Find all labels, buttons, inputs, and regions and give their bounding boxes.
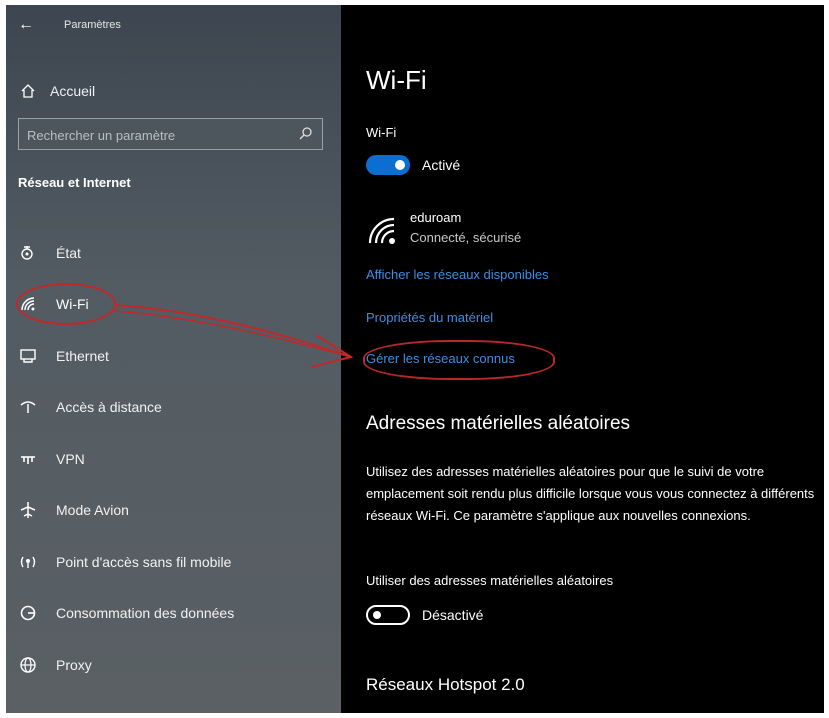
hardware-properties-link[interactable]: Propriétés du matériel: [366, 310, 493, 325]
page-title: Wi-Fi: [366, 65, 427, 95]
sidebar-item-wifi[interactable]: Wi-Fi: [6, 279, 341, 331]
window-title: Paramètres: [64, 19, 121, 31]
home-icon: [18, 81, 38, 101]
sidebar-item-label: Wi-Fi: [56, 296, 89, 313]
toggle-knob: [373, 611, 381, 619]
show-available-networks-link[interactable]: Afficher les réseaux disponibles: [366, 267, 549, 282]
random-hw-heading: Adresses matérielles aléatoires: [366, 413, 631, 434]
vpn-icon: [18, 449, 38, 469]
hotspot-heading: Réseaux Hotspot 2.0: [366, 675, 525, 694]
toggle-knob: [395, 160, 405, 170]
search-input[interactable]: [19, 119, 299, 151]
home-link[interactable]: Accueil: [18, 79, 95, 103]
data-usage-icon: [18, 603, 38, 623]
status-icon: [18, 243, 38, 263]
search-icon[interactable]: [298, 126, 314, 142]
sidebar-item-vpn[interactable]: VPN: [6, 433, 341, 485]
sidebar-item-label: Consommation des données: [56, 605, 235, 622]
search-box[interactable]: [18, 118, 323, 151]
sidebar-item-status[interactable]: État: [6, 227, 341, 279]
wifi-signal-icon: [366, 215, 398, 247]
sidebar-nav: État Wi-Fi Ethernet Accès à distance VPN…: [6, 227, 341, 691]
sidebar-item-data-usage[interactable]: Consommation des données: [6, 588, 341, 640]
sidebar-item-label: Proxy: [56, 656, 92, 673]
globe-icon: [18, 655, 38, 675]
section-title: Réseau et Internet: [18, 175, 131, 190]
random-hw-toggle-row: Désactivé: [366, 605, 483, 625]
back-button[interactable]: ←: [18, 17, 34, 33]
title-bar: ← Paramètres: [6, 5, 341, 45]
sidebar-item-label: Ethernet: [56, 347, 109, 364]
random-hw-toggle-label: Désactivé: [422, 607, 484, 623]
network-status: Connecté, sécurisé: [410, 230, 522, 245]
home-label: Accueil: [50, 83, 96, 99]
current-network[interactable]: eduroam Connecté, sécurisé: [366, 210, 521, 247]
sidebar-item-dialup[interactable]: Accès à distance: [6, 382, 341, 434]
random-hw-description: Utilisez des adresses matérielles aléato…: [366, 464, 815, 523]
hotspot-icon: [18, 552, 38, 572]
sidebar-item-label: Point d'accès sans fil mobile: [56, 553, 232, 570]
sidebar-item-label: Mode Avion: [56, 502, 129, 519]
wifi-toggle-label: Activé: [422, 157, 461, 173]
manage-known-networks-link[interactable]: Gérer les réseaux connus: [366, 351, 515, 366]
network-name: eduroam: [410, 210, 462, 225]
wifi-section-label: Wi-Fi: [366, 125, 397, 140]
wifi-toggle-row: Activé: [366, 155, 460, 175]
wifi-icon: [18, 294, 38, 314]
sidebar: ← Paramètres Accueil Réseau et Internet …: [6, 5, 341, 713]
sidebar-item-label: État: [56, 244, 81, 261]
random-hw-toggle[interactable]: [366, 605, 410, 625]
sidebar-item-mobile-hotspot[interactable]: Point d'accès sans fil mobile: [6, 536, 341, 588]
sidebar-item-label: VPN: [56, 450, 85, 467]
settings-window: ← Paramètres Accueil Réseau et Internet …: [6, 5, 824, 713]
wifi-toggle[interactable]: [366, 155, 410, 175]
sidebar-item-airplane-mode[interactable]: Mode Avion: [6, 485, 341, 537]
main-content: Wi-Fi Wi-Fi Activé eduroam Connecté, séc…: [341, 5, 824, 713]
sidebar-item-ethernet[interactable]: Ethernet: [6, 330, 341, 382]
sidebar-item-proxy[interactable]: Proxy: [6, 639, 341, 691]
ethernet-icon: [18, 346, 38, 366]
random-hw-option-label: Utiliser des adresses matérielles aléato…: [366, 573, 614, 588]
airplane-icon: [18, 500, 38, 520]
dialup-icon: [18, 397, 38, 417]
sidebar-item-label: Accès à distance: [56, 399, 162, 416]
network-info: eduroam Connecté, sécurisé: [410, 210, 521, 245]
